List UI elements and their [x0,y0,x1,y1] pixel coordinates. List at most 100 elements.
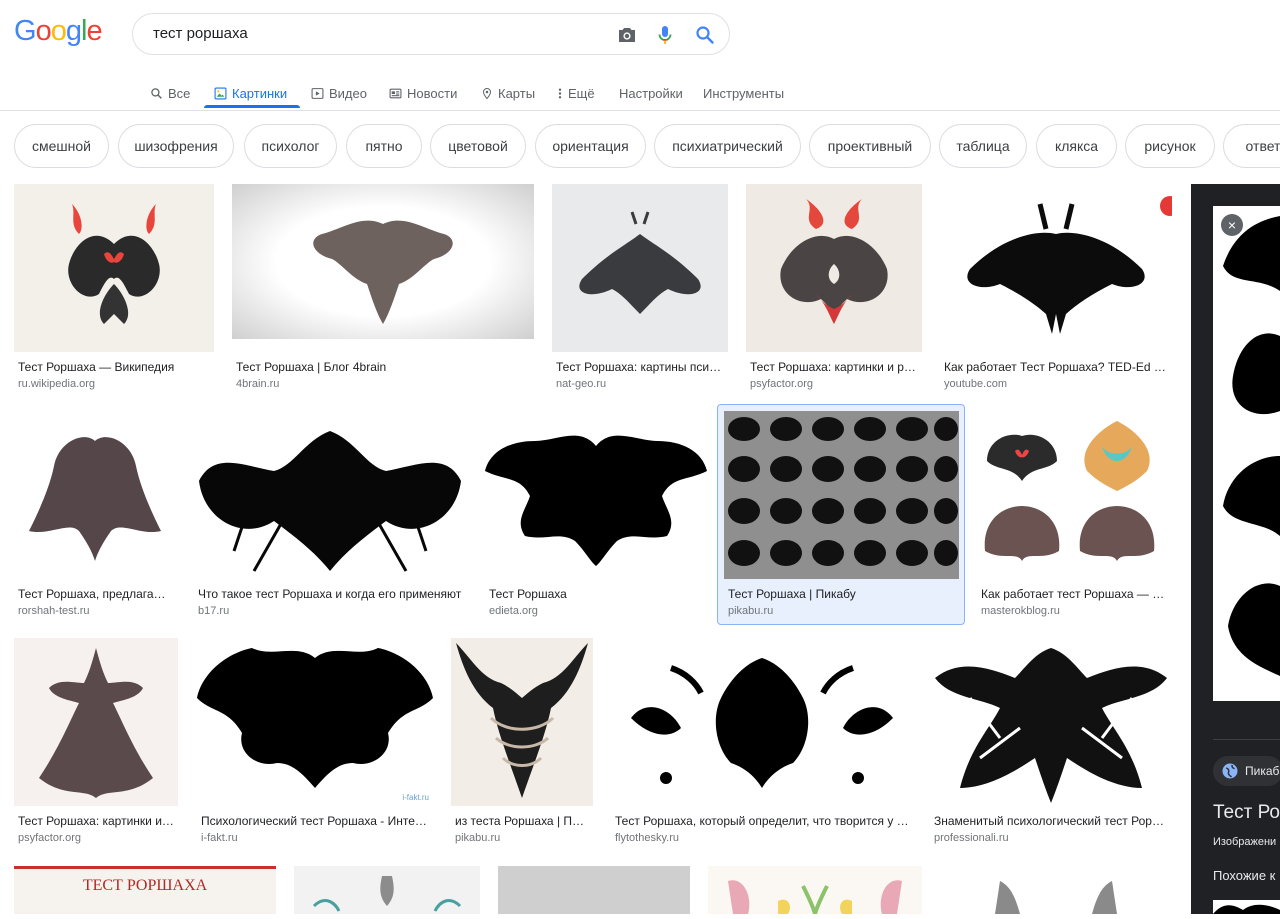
result-source: masterokblog.ru [981,605,1060,617]
similar-image-thumbnail[interactable] [1213,900,1280,914]
chip[interactable]: психолог [244,124,337,168]
chip[interactable]: цветовой [430,124,526,168]
chip[interactable]: рисунок [1125,124,1215,168]
chip[interactable]: ответ [1223,124,1280,168]
tab-more[interactable]: Ещё [557,78,595,108]
image-result[interactable]: ТЕСТ РОРШАХА [14,866,276,914]
video-icon [311,87,324,99]
result-title: Что такое тест Роршаха и когда его приме… [198,587,462,601]
camera-icon[interactable] [615,23,639,47]
result-source: b17.ru [198,605,230,617]
google-logo[interactable]: Google [14,15,103,48]
image-result[interactable]: Тест Роршаха | Блог 4brain 4brain.ru [232,184,534,394]
watermark-text: i-fakt.ru [402,793,429,802]
result-source: psyfactor.org [18,832,81,844]
result-source: pikabu.ru [728,605,774,617]
result-thumbnail [194,411,466,579]
result-source: youtube.com [944,378,1007,390]
microphone-icon[interactable] [653,23,677,47]
chip[interactable]: проективный [809,124,931,168]
image-result[interactable] [294,866,480,914]
chip[interactable]: таблица [939,124,1027,168]
search-icon [151,87,162,99]
image-result[interactable]: Тест Роршаха | Пикабу pikabu.ru [724,411,959,621]
image-result[interactable]: Что такое тест Роршаха и когда его приме… [194,411,466,621]
tab-tools[interactable]: Инструменты [703,78,784,108]
result-thumbnail [977,411,1172,579]
chip[interactable]: смешной [14,124,109,168]
search-icon[interactable] [693,23,717,47]
result-title: Тест Роршаха | Пикабу [728,587,856,601]
result-source: i-fakt.ru [201,832,238,844]
thumbnail-banner-text: ТЕСТ РОРШАХА [82,877,208,894]
image-result[interactable]: Тест Роршаха, который определит, что тво… [611,638,913,848]
source-badge[interactable]: Пикаб [1213,756,1280,786]
result-source: 4brain.ru [236,378,280,390]
news-icon [389,88,402,98]
tab-images[interactable]: Картинки [214,78,287,108]
result-thumbnail [930,638,1172,806]
result-thumbnail [14,411,176,579]
result-title: Тест Роршаха | Блог 4brain [236,360,387,374]
result-title: Тест Роршаха: картинки и ... [18,814,174,828]
image-result[interactable]: из теста Роршаха | Пик... pikabu.ru [451,638,593,848]
result-thumbnail [724,411,959,579]
chip[interactable]: ориентация [535,124,646,168]
result-title: Тест Роршаха: картины псих... [556,360,724,374]
result-source: psyfactor.org [750,378,813,390]
result-thumbnail [451,638,593,806]
image-result[interactable]: Тест Роршаха — Википедия ru.wikipedia.or… [14,184,214,394]
result-thumbnail [14,184,214,352]
image-result[interactable] [708,866,922,914]
result-thumbnail [940,866,1172,914]
result-thumbnail [485,411,707,579]
close-icon[interactable]: × [1221,214,1243,236]
tab-news[interactable]: Новости [389,78,457,108]
tab-settings[interactable]: Настройки [619,78,683,108]
result-thumbnail: i-fakt.ru [197,638,433,806]
more-vert-icon [558,88,562,98]
result-source: pikabu.ru [455,832,501,844]
image-result[interactable] [940,866,1172,914]
image-result[interactable]: Тест Роршаха edieta.org [485,411,707,621]
tab-video[interactable]: Видео [311,78,367,108]
result-title: Как работает Тест Роршаха? TED-Ed - Y... [944,360,1168,374]
tab-maps[interactable]: Карты [481,78,535,108]
chip[interactable]: психиатрический [654,124,801,168]
image-result[interactable]: Тест Роршаха, предлагаем... rorshah-test… [14,411,176,621]
chip[interactable]: шизофрения [118,124,234,168]
preview-title[interactable]: Тест Рор [1213,802,1280,824]
image-result[interactable]: Знаменитый психологический тест Рорш... … [930,638,1172,848]
result-title: Знаменитый психологический тест Рорш... [934,814,1168,828]
result-title: Психологический тест Роршаха - Интер... [201,814,429,828]
image-result[interactable]: i-fakt.ru Психологический тест Роршаха -… [197,638,433,848]
result-title: Как работает тест Роршаха — ХО... [981,587,1168,601]
result-thumbnail [294,866,480,914]
globe-icon [1222,763,1238,779]
image-result[interactable]: Тест Роршаха: картинки и ... psyfactor.o… [14,638,178,848]
image-result[interactable]: Тест Роршаха: картины псих... nat-geo.ru [552,184,728,394]
image-result[interactable]: Тест Роршаха: картинки и ра... psyfactor… [746,184,922,394]
result-source: rorshah-test.ru [18,605,90,617]
result-thumbnail: ТЕСТ РОРШАХА [14,866,276,914]
image-result[interactable]: Как работает тест Роршаха — ХО... master… [977,411,1172,621]
result-source: professionali.ru [934,832,1009,844]
search-input[interactable]: тест роршаха [153,25,248,42]
chip[interactable]: пятно [346,124,422,168]
search-box[interactable]: тест роршаха [132,13,730,55]
image-result[interactable]: Как работает Тест Роршаха? TED-Ed - Y...… [940,184,1172,394]
result-thumbnail [232,184,534,339]
result-source: edieta.org [489,605,538,617]
result-title: Тест Роршаха, который определит, что тво… [615,814,909,828]
image-result[interactable] [498,866,690,914]
image-icon [214,87,227,99]
preview-image[interactable] [1213,206,1280,701]
header: Google тест роршаха Все Картинки Видео Н… [0,0,1280,111]
preview-subtitle: Изображени [1213,836,1277,848]
chip[interactable]: клякса [1036,124,1117,168]
similar-images-label: Похожие к [1213,868,1276,883]
map-pin-icon [482,87,492,99]
result-source: nat-geo.ru [556,378,607,390]
related-chips: смешной шизофрения психолог пятно цветов… [14,124,1280,170]
tab-all[interactable]: Все [150,78,190,108]
